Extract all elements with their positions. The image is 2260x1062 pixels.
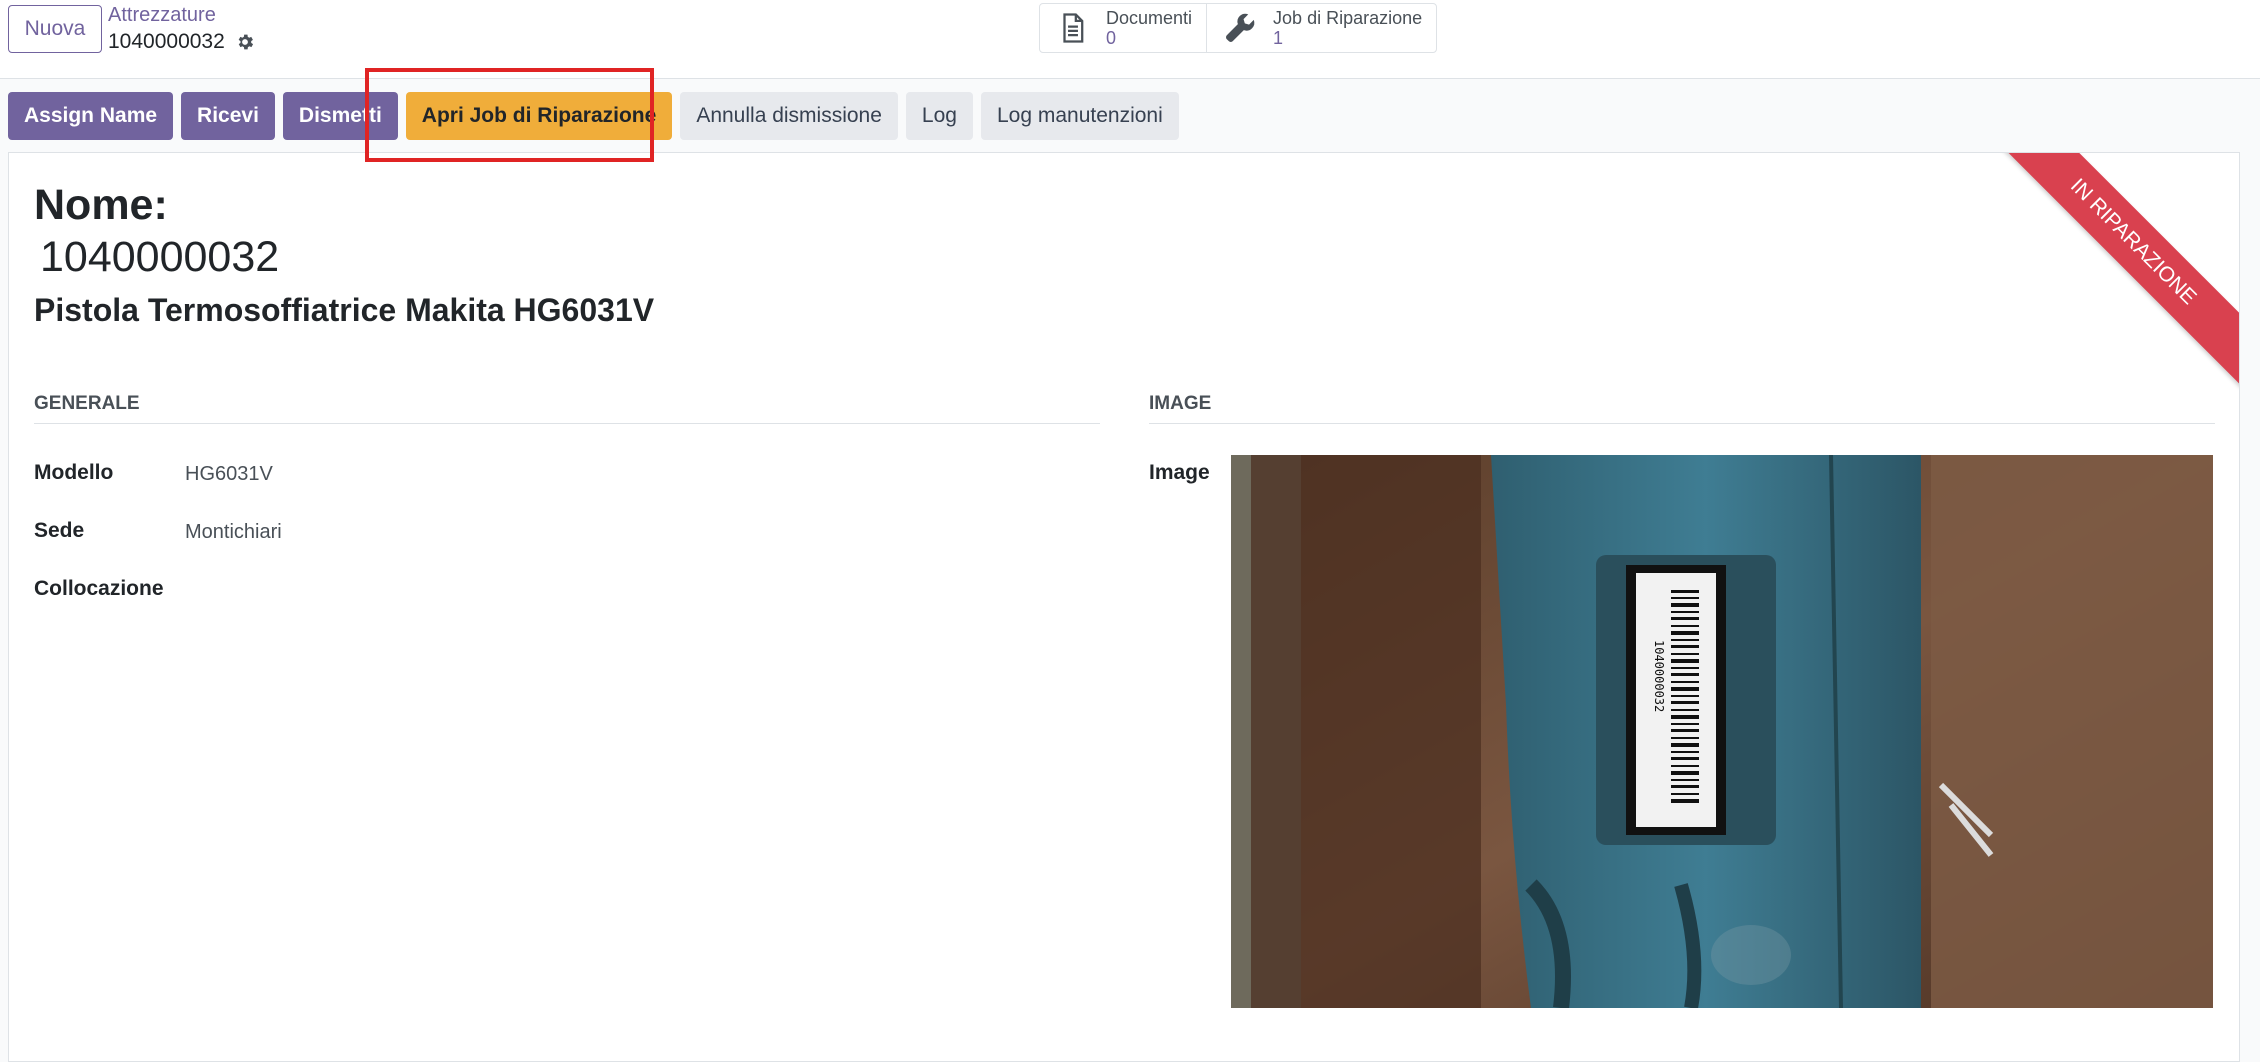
smart-button-repair-jobs-count: 1 [1273, 28, 1284, 48]
log-button[interactable]: Log [905, 92, 973, 140]
equipment-photo[interactable]: 1040000032 [1231, 455, 2213, 1008]
smart-button-repair-jobs[interactable]: Job di Riparazione 1 [1206, 4, 1436, 52]
gear-icon[interactable] [235, 32, 255, 52]
breadcrumb-current: 1040000032 [108, 30, 255, 54]
field-value-model[interactable]: HG6031V [185, 463, 273, 486]
smart-button-documents[interactable]: Documenti 0 [1040, 4, 1206, 52]
name-value[interactable]: 1040000032 [40, 233, 279, 282]
product-name[interactable]: Pistola Termosoffiatrice Makita HG6031V [34, 292, 654, 329]
field-label-location: Sede [34, 519, 85, 542]
field-label-model: Modello [34, 461, 114, 484]
new-button[interactable]: Nuova [8, 5, 102, 53]
wrench-icon [1226, 13, 1255, 42]
field-label-placement: Collocazione [34, 577, 164, 600]
document-icon [1063, 13, 1084, 43]
open-repair-job-button[interactable]: Apri Job di Riparazione [405, 92, 673, 140]
form-sheet: In Riparazione Nome: 1040000032 Pistola … [8, 152, 2240, 1062]
maintenance-log-button[interactable]: Log manutenzioni [980, 92, 1179, 140]
smart-buttons: Documenti 0 Job di Riparazione 1 [1039, 3, 1438, 53]
group-title-general: Generale [34, 393, 1100, 424]
assign-name-button[interactable]: Assign Name [8, 92, 174, 140]
status-ribbon: In Riparazione [1988, 153, 2239, 387]
name-label: Nome: [34, 181, 168, 229]
field-value-location[interactable]: Montichiari [185, 521, 282, 544]
receive-button[interactable]: Ricevi [181, 92, 275, 140]
smart-button-documents-label: Documenti [1106, 8, 1193, 28]
smart-button-documents-count: 0 [1106, 28, 1117, 48]
statusbar: Assign Name Ricevi Dismetti Apri Job di … [8, 92, 1179, 140]
dismiss-button[interactable]: Dismetti [282, 92, 398, 140]
group-title-image: Image [1149, 393, 2215, 424]
photo-barcode-text: 1040000032 [1652, 640, 1666, 712]
control-panel: Nuova Attrezzature 1040000032 Documenti … [0, 0, 2260, 79]
breadcrumb-parent-link[interactable]: Attrezzature [108, 4, 216, 27]
cancel-dismissal-button[interactable]: Annulla dismissione [680, 92, 898, 140]
image-field-label: Image [1149, 461, 1210, 484]
smart-button-repair-jobs-label: Job di Riparazione [1273, 8, 1423, 28]
breadcrumb-current-label: 1040000032 [108, 30, 225, 53]
equipment-photo-image: 1040000032 [1231, 455, 2213, 1008]
